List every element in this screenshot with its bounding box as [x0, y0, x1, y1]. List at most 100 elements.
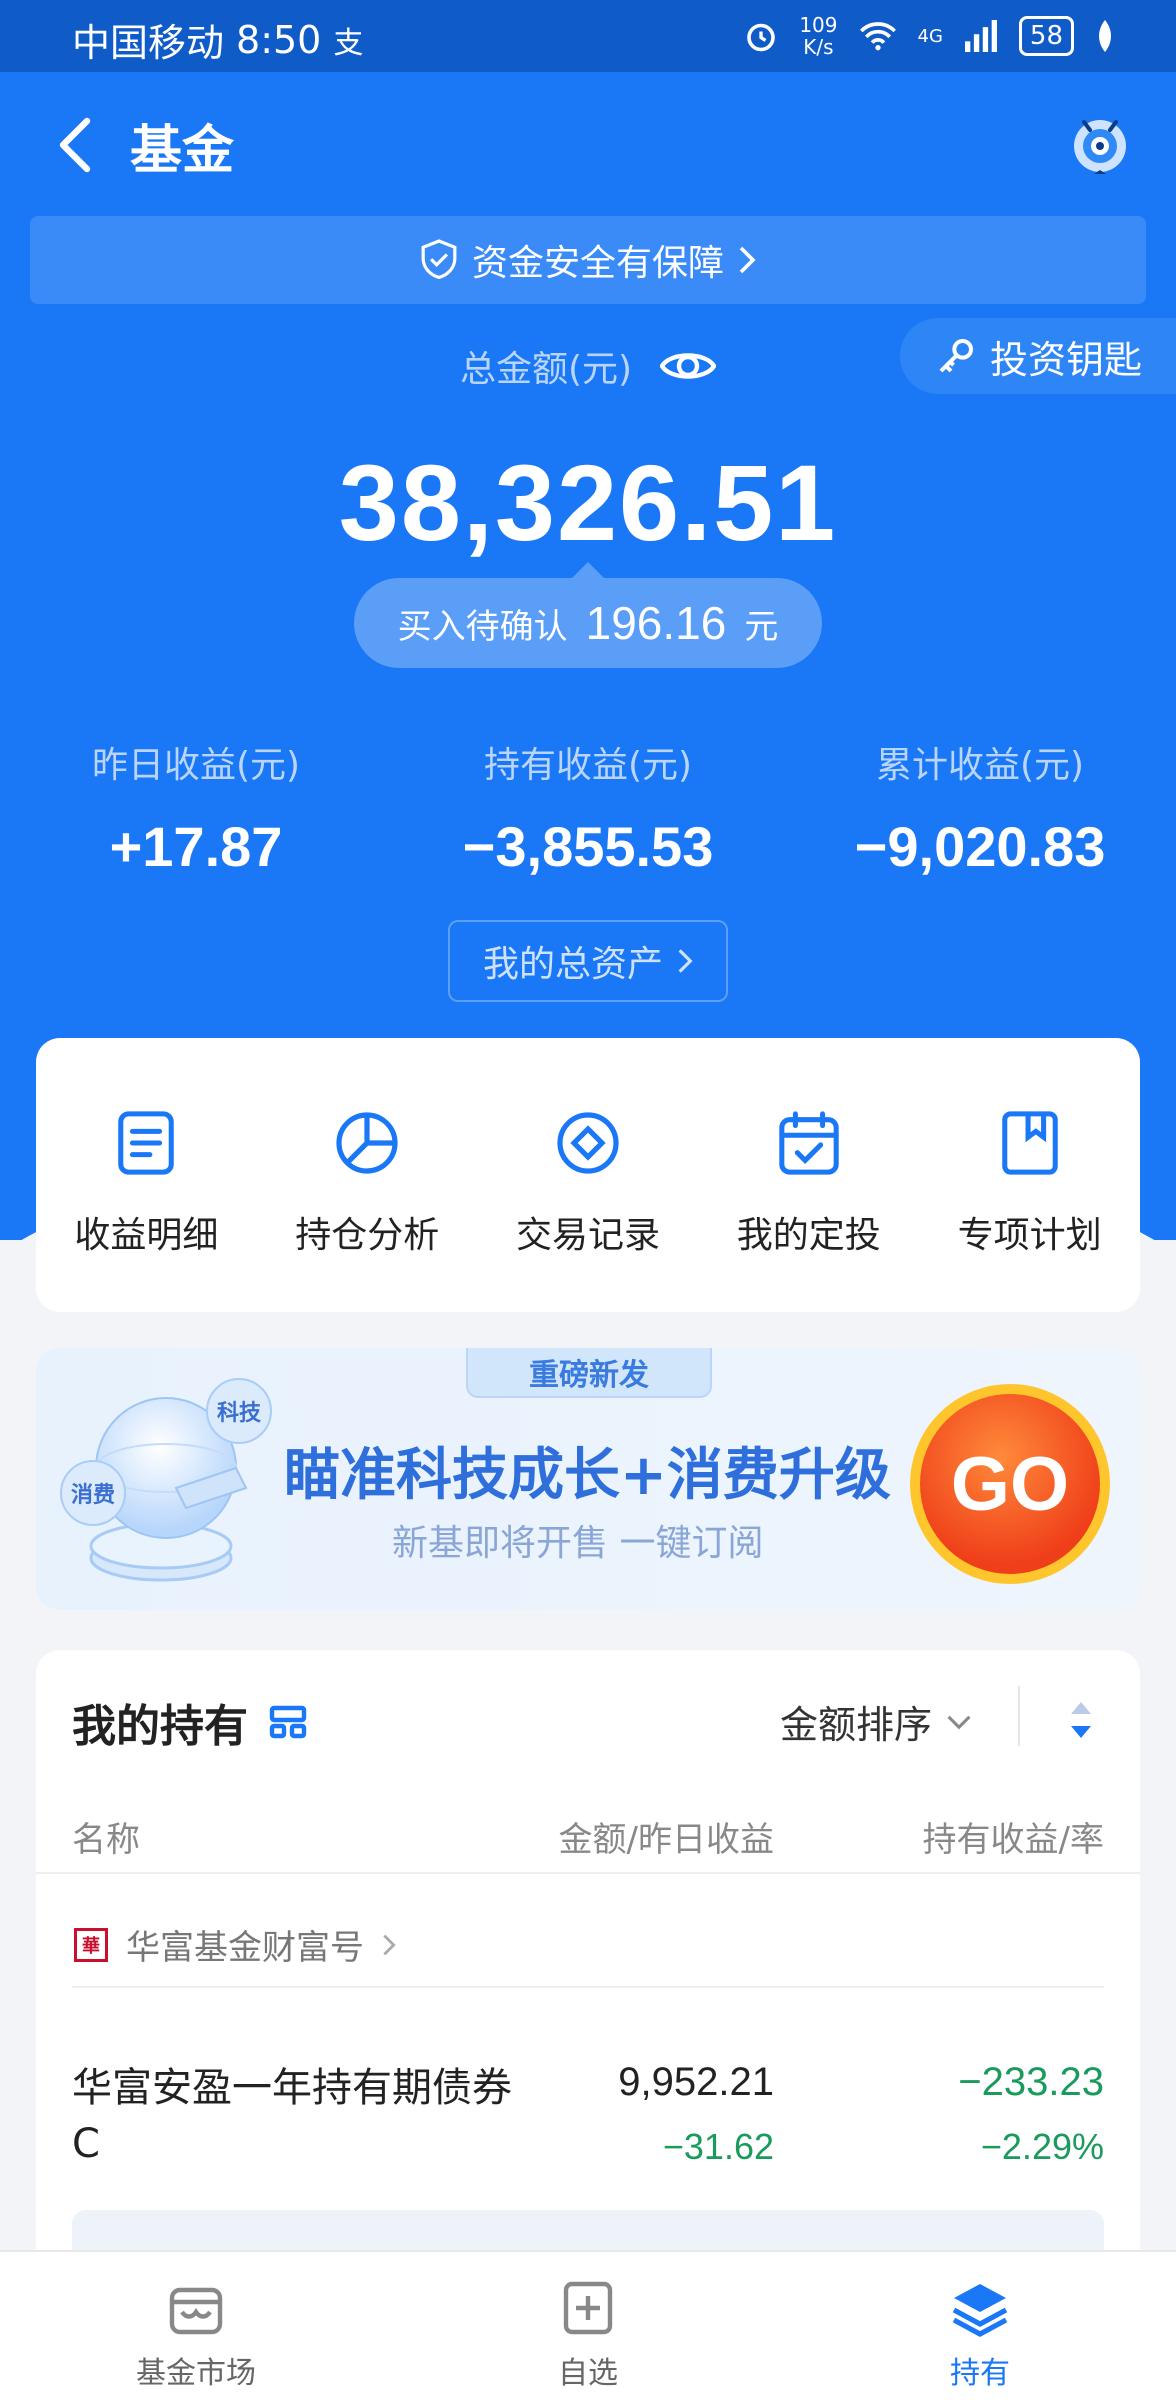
wifi-icon: [859, 22, 896, 51]
signal-icon: [964, 20, 997, 52]
pending-confirm-pill[interactable]: 买入待确认 196.16 元: [353, 562, 823, 668]
divider: [72, 1986, 1104, 1988]
chevron-left-icon: [59, 117, 91, 173]
bottom-tab-bar: 基金市场 自选 持有: [0, 2250, 1176, 2400]
grid-switch-icon[interactable]: [268, 1702, 308, 1742]
layers-icon: [952, 2284, 1008, 2337]
tab-label: 自选: [558, 2356, 618, 2391]
action-label: 持仓分析: [295, 1215, 440, 1256]
fund-page: 中国移动 8:50 支 109 K/s 4G 58 基金 资金安全有保障 投资钥…: [0, 0, 1176, 2400]
action-special-plan[interactable]: 专项计划: [919, 1108, 1140, 1312]
chevron-down-icon: [947, 1715, 971, 1729]
net-speed-unit: K/s: [803, 35, 834, 59]
clock: 8:50: [236, 17, 322, 62]
action-label: 我的定投: [736, 1215, 881, 1256]
alipay-icon: 支: [333, 25, 364, 61]
leaf-icon: [1099, 20, 1111, 52]
action-profit-detail[interactable]: 收益明细: [36, 1108, 257, 1312]
profit-stats: 昨日收益(元) +17.87 持有收益(元) −3,855.53 累计收益(元)…: [0, 736, 1176, 878]
page-title: 基金: [130, 121, 235, 181]
total-amount: 38,326.51: [338, 442, 838, 563]
net-speed-value: 109: [799, 13, 838, 37]
diamond-icon: [553, 1108, 623, 1178]
alarm-icon: [747, 23, 776, 52]
shield-check-icon: [421, 239, 457, 280]
sort-dropdown[interactable]: 金额排序: [780, 1694, 972, 1749]
fund-hold-rate: −2.29%: [980, 2126, 1104, 2167]
tab-watchlist[interactable]: 自选: [392, 2252, 784, 2400]
stat-label: 持有收益(元): [483, 745, 693, 786]
promo-subtitle: 新基即将开售 一键订阅: [392, 1523, 764, 1564]
action-my-auto-invest[interactable]: 我的定投: [698, 1108, 919, 1312]
battery-icon: 58: [1018, 16, 1074, 56]
status-bar: 中国移动 8:50 支 109 K/s 4G 58: [0, 0, 1176, 72]
sort-order-icon[interactable]: [1066, 1700, 1096, 1740]
column-header-name: 名称: [72, 1820, 140, 1860]
tab-holdings[interactable]: 持有: [784, 2252, 1176, 2400]
status-right: 109 K/s 4G 58: [743, 14, 1116, 58]
fund-name: 华富安盈一年持有期债券C: [72, 2065, 512, 2167]
bubble-tech: 科技: [206, 1378, 272, 1444]
promo-banner[interactable]: 科技 消费 重磅新发 瞄准科技成长+消费升级 新基即将开售 一键订阅 GO: [36, 1348, 1140, 1610]
stat-holding[interactable]: 持有收益(元) −3,855.53: [392, 736, 784, 878]
holdings-title-row: 我的持有: [72, 1690, 308, 1754]
holdings-card: 我的持有 金额排序 名称 金额/昨日收益 持有收益/率 華 华富基金财富号 华富…: [36, 1650, 1140, 2290]
document-icon: [111, 1108, 181, 1178]
bookmark-icon: [995, 1108, 1065, 1178]
column-header-amount[interactable]: 金额/昨日收益: [559, 1812, 774, 1861]
stat-cumulative[interactable]: 累计收益(元) −9,020.83: [784, 736, 1176, 878]
back-button[interactable]: [40, 110, 110, 180]
stat-label: 昨日收益(元): [91, 745, 301, 786]
net-speed: 109 K/s: [799, 14, 837, 58]
company-link[interactable]: 華 华富基金财富号: [74, 1920, 396, 1969]
store-icon: [169, 2287, 223, 2335]
quick-actions-card: 收益明细 持仓分析 交易记录 我的定投 专项计划: [36, 1038, 1140, 1312]
my-assets-label: 我的总资产: [482, 944, 663, 985]
eye-icon[interactable]: [660, 346, 717, 386]
holdings-title: 我的持有: [72, 1701, 248, 1752]
tab-fund-market[interactable]: 基金市场: [0, 2252, 392, 2400]
sort-label: 金额排序: [780, 1703, 933, 1747]
total-label: 总金额(元): [459, 349, 633, 390]
stat-label: 累计收益(元): [875, 745, 1085, 786]
action-position-analysis[interactable]: 持仓分析: [257, 1108, 478, 1312]
divider: [36, 1872, 1140, 1874]
pie-chart-icon: [332, 1108, 402, 1178]
action-label: 专项计划: [957, 1215, 1102, 1256]
pending-label: 买入待确认: [397, 606, 568, 647]
company-name: 华富基金财富号: [126, 1928, 364, 1968]
bubble-consume: 消费: [60, 1460, 126, 1526]
safety-banner[interactable]: 资金安全有保障: [30, 216, 1146, 304]
stat-value: −9,020.83: [854, 815, 1106, 878]
company-logo-icon: 華: [74, 1927, 108, 1962]
stat-value: +17.87: [109, 815, 283, 878]
my-assets-button[interactable]: 我的总资产: [448, 920, 728, 1002]
stat-value: −3,855.53: [462, 815, 714, 878]
chevron-right-icon: [678, 949, 693, 973]
column-header-hold[interactable]: 持有收益/率: [923, 1812, 1104, 1861]
chevron-right-icon: [383, 1934, 396, 1955]
tab-label: 持有: [950, 2356, 1010, 2391]
add-square-icon: [563, 2281, 613, 2335]
mascot-avatar-icon[interactable]: [1060, 104, 1140, 184]
chevron-right-icon: [739, 246, 756, 274]
action-label: 收益明细: [74, 1215, 219, 1256]
action-label: 交易记录: [515, 1215, 660, 1256]
stat-yesterday[interactable]: 昨日收益(元) +17.87: [0, 736, 392, 878]
status-left: 中国移动 8:50 支: [72, 12, 363, 67]
carrier-label: 中国移动: [72, 21, 225, 65]
tab-label: 基金市场: [136, 2356, 256, 2391]
go-button[interactable]: GO: [910, 1384, 1110, 1584]
pending-amount: 196.16: [585, 597, 727, 649]
nav-bar: 基金: [0, 100, 1176, 190]
safety-text: 资金安全有保障: [471, 243, 724, 284]
action-trade-records[interactable]: 交易记录: [478, 1108, 699, 1312]
promo-title: 瞄准科技成长+消费升级: [284, 1443, 891, 1508]
pending-wrap: 买入待确认 196.16 元: [0, 562, 1176, 668]
fund-amount: 9,952.21: [618, 2060, 774, 2104]
fund-hold-profit: −233.23: [958, 2060, 1104, 2104]
pending-unit: 元: [744, 606, 779, 647]
fund-yesterday-profit: −31.62: [662, 2126, 774, 2167]
calendar-check-icon: [774, 1108, 844, 1178]
network-type: 4G: [917, 25, 943, 47]
